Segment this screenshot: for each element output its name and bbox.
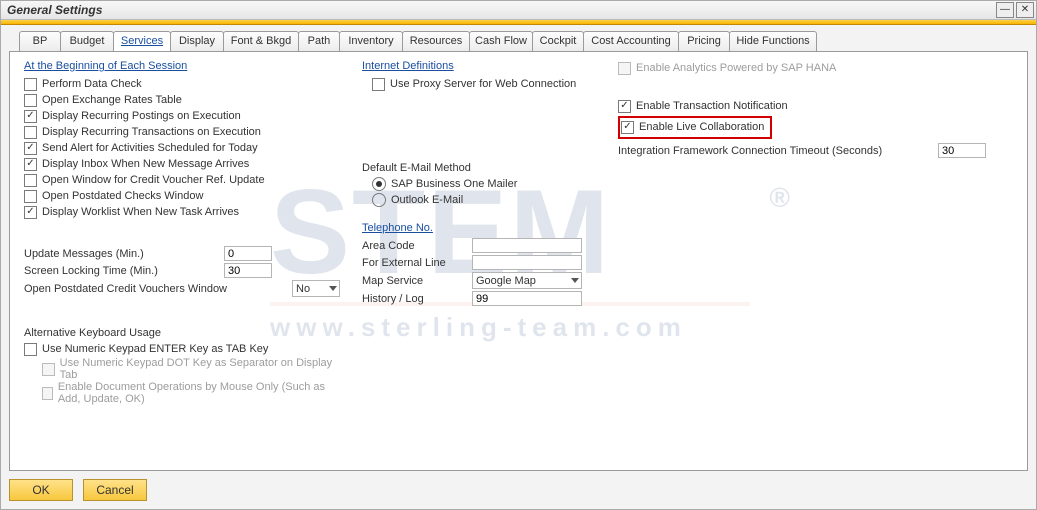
history-log-label: History / Log xyxy=(362,293,472,305)
session-check-6[interactable] xyxy=(24,174,37,187)
area-code-input[interactable] xyxy=(472,238,582,253)
alt-check-label-0: Use Numeric Keypad ENTER Key as TAB Key xyxy=(42,343,268,355)
session-check-5[interactable] xyxy=(24,158,37,171)
transaction-notif-label: Enable Transaction Notification xyxy=(636,100,788,112)
alt-keyboard-header: Alternative Keyboard Usage xyxy=(24,327,344,339)
window-title: General Settings xyxy=(1,3,996,17)
session-check-1[interactable] xyxy=(24,94,37,107)
alt-check-0[interactable] xyxy=(24,343,37,356)
session-check-label-1: Open Exchange Rates Table xyxy=(42,94,182,106)
session-check-label-8: Display Worklist When New Task Arrives xyxy=(42,206,239,218)
session-check-2[interactable] xyxy=(24,110,37,123)
tab-cash-flow[interactable]: Cash Flow xyxy=(469,31,533,51)
alt-check-1 xyxy=(42,363,55,376)
tab-hide-functions[interactable]: Hide Functions xyxy=(729,31,817,51)
session-check-3[interactable] xyxy=(24,126,37,139)
live-collab-label: Enable Live Collaboration xyxy=(639,121,764,133)
email-radio-label-1: Outlook E-Mail xyxy=(391,194,463,206)
postdated-label: Open Postdated Credit Vouchers Window xyxy=(24,283,292,295)
email-radio-0[interactable] xyxy=(372,177,386,191)
telephone-header: Telephone No. xyxy=(362,222,612,234)
update-messages-input[interactable] xyxy=(224,246,272,261)
session-check-0[interactable] xyxy=(24,78,37,91)
session-check-8[interactable] xyxy=(24,206,37,219)
hana-checkbox xyxy=(618,62,631,75)
session-check-label-3: Display Recurring Transactions on Execut… xyxy=(42,126,261,138)
history-log-input[interactable] xyxy=(472,291,582,306)
live-collab-highlight: Enable Live Collaboration xyxy=(618,116,772,139)
session-check-label-0: Perform Data Check xyxy=(42,78,142,90)
tab-path[interactable]: Path xyxy=(298,31,340,51)
minimize-button[interactable]: — xyxy=(996,2,1014,18)
ok-button[interactable]: OK xyxy=(9,479,73,501)
screen-lock-label: Screen Locking Time (Min.) xyxy=(24,265,224,277)
email-radio-label-0: SAP Business One Mailer xyxy=(391,178,517,190)
proxy-label: Use Proxy Server for Web Connection xyxy=(390,78,576,90)
tab-cockpit[interactable]: Cockpit xyxy=(532,31,584,51)
external-line-label: For External Line xyxy=(362,257,472,269)
tab-cost-accounting[interactable]: Cost Accounting xyxy=(583,31,679,51)
proxy-checkbox[interactable] xyxy=(372,78,385,91)
session-check-label-6: Open Window for Credit Voucher Ref. Upda… xyxy=(42,174,265,186)
timeout-label: Integration Framework Connection Timeout… xyxy=(618,145,938,157)
tab-font-bkgd[interactable]: Font & Bkgd xyxy=(223,31,299,51)
email-header: Default E-Mail Method xyxy=(362,162,612,174)
alt-check-label-1: Use Numeric Keypad DOT Key as Separator … xyxy=(60,357,344,381)
session-header: At the Beginning of Each Session xyxy=(24,60,344,72)
area-code-label: Area Code xyxy=(362,240,472,252)
alt-check-label-2: Enable Document Operations by Mouse Only… xyxy=(58,381,344,405)
cancel-button[interactable]: Cancel xyxy=(83,479,147,501)
session-check-label-5: Display Inbox When New Message Arrives xyxy=(42,158,249,170)
tab-budget[interactable]: Budget xyxy=(60,31,114,51)
services-panel: STEM www.sterling-team.com ® At the Begi… xyxy=(9,51,1028,471)
tabstrip: BPBudgetServicesDisplayFont & BkgdPathIn… xyxy=(19,31,1036,51)
transaction-notif-checkbox[interactable] xyxy=(618,100,631,113)
session-check-4[interactable] xyxy=(24,142,37,155)
accent-bar xyxy=(1,20,1036,25)
external-line-input[interactable] xyxy=(472,255,582,270)
chevron-down-icon xyxy=(571,278,579,283)
map-service-select[interactable]: Google Map xyxy=(472,272,582,289)
close-button[interactable]: ✕ xyxy=(1016,2,1034,18)
hana-label: Enable Analytics Powered by SAP HANA xyxy=(636,62,836,74)
tab-pricing[interactable]: Pricing xyxy=(678,31,730,51)
live-collab-checkbox[interactable] xyxy=(621,121,634,134)
session-check-7[interactable] xyxy=(24,190,37,203)
tab-resources[interactable]: Resources xyxy=(402,31,470,51)
timeout-input[interactable] xyxy=(938,143,986,158)
update-messages-label: Update Messages (Min.) xyxy=(24,248,224,260)
alt-check-2 xyxy=(42,387,53,400)
internet-header: Internet Definitions xyxy=(362,60,612,72)
postdated-select[interactable]: No xyxy=(292,280,340,297)
email-radio-1[interactable] xyxy=(372,193,386,207)
screen-lock-input[interactable] xyxy=(224,263,272,278)
tab-display[interactable]: Display xyxy=(170,31,224,51)
tab-inventory[interactable]: Inventory xyxy=(339,31,403,51)
chevron-down-icon xyxy=(329,286,337,291)
session-check-label-4: Send Alert for Activities Scheduled for … xyxy=(42,142,258,154)
session-check-label-7: Open Postdated Checks Window xyxy=(42,190,203,202)
tab-services[interactable]: Services xyxy=(113,31,171,51)
map-service-label: Map Service xyxy=(362,275,472,287)
session-check-label-2: Display Recurring Postings on Execution xyxy=(42,110,241,122)
tab-bp[interactable]: BP xyxy=(19,31,61,51)
